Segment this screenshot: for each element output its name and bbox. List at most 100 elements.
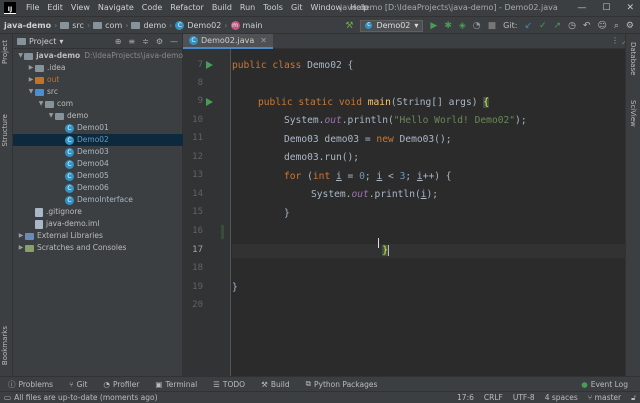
breadcrumb-demo[interactable]: demo: [143, 21, 166, 30]
code-editor[interactable]: public class Demo02 { public static void…: [232, 49, 625, 376]
maximize-icon[interactable]: ☐: [602, 0, 610, 16]
profiler-tool-button[interactable]: ◔ Profiler: [95, 380, 147, 389]
tab-demo02-java[interactable]: C Demo02.java ✕: [183, 34, 273, 49]
gear-icon[interactable]: ⚙: [626, 20, 634, 32]
terminal-tool-button[interactable]: ▣ Terminal: [147, 380, 205, 389]
main-toolbar: ⚒ C Demo02 ▾ ▶ ✱ ◈ ◔ ■ Git: ↙ ✓ ↗ ◷ ↶ ☺ …: [345, 17, 640, 34]
history-icon[interactable]: ◷: [568, 20, 576, 32]
run-configuration-select[interactable]: C Demo02 ▾: [360, 19, 424, 32]
tree-item[interactable]: ▼ com: [13, 98, 183, 110]
collapse-all-icon[interactable]: ≡: [128, 34, 135, 49]
sciview-tool-button[interactable]: SciView: [629, 100, 637, 127]
rollback-icon[interactable]: ↶: [583, 20, 591, 32]
tree-item[interactable]: ▼ src: [13, 86, 183, 98]
collapse-arrow-icon[interactable]: ▶: [17, 242, 25, 254]
class-icon: C: [65, 135, 74, 145]
stop-icon[interactable]: ■: [488, 20, 497, 32]
expand-arrow-icon[interactable]: ▼: [17, 50, 25, 62]
breadcrumb-class[interactable]: Demo02: [187, 21, 221, 30]
expand-arrow-icon[interactable]: ▼: [27, 86, 35, 98]
more-tabs-icon[interactable]: ⋮: [611, 36, 619, 45]
expand-arrow-icon[interactable]: ▼: [37, 98, 45, 110]
bookmarks-tool-button[interactable]: Bookmarks: [1, 326, 9, 365]
breadcrumb-project[interactable]: java-demo: [4, 21, 51, 30]
tree-item[interactable]: java-demo.iml: [13, 218, 183, 230]
vcs-change-marker[interactable]: [221, 225, 224, 239]
menu-refactor[interactable]: Refactor: [166, 0, 208, 16]
hide-icon[interactable]: —: [170, 34, 178, 49]
status-message[interactable]: All files are up-to-date (moments ago): [14, 393, 157, 402]
run-class-gutter-icon[interactable]: [206, 61, 213, 69]
tree-item[interactable]: ▶ .idea: [13, 62, 183, 74]
file-encoding[interactable]: UTF-8: [513, 392, 535, 403]
build-tool-button[interactable]: ⚒ Build: [253, 380, 298, 389]
tree-item[interactable]: ▶ out: [13, 74, 183, 86]
menu-file[interactable]: File: [22, 0, 43, 16]
tree-item[interactable]: .gitignore: [13, 206, 183, 218]
expand-all-icon[interactable]: ≑: [142, 34, 149, 49]
git-update-icon[interactable]: ↙: [524, 20, 532, 32]
collapse-arrow-icon[interactable]: ▶: [17, 230, 25, 242]
menu-code[interactable]: Code: [138, 0, 166, 16]
coverage-icon[interactable]: ◈: [459, 20, 466, 32]
tree-item[interactable]: ▶ Scratches and Consoles: [13, 242, 183, 254]
project-tool-button[interactable]: Project: [1, 40, 9, 64]
tree-item[interactable]: ▼ java-demo D:\IdeaProjects\java-demo: [13, 50, 183, 62]
git-tool-button[interactable]: ⑂ Git: [61, 380, 95, 389]
menu-build[interactable]: Build: [208, 0, 236, 16]
menu-tools[interactable]: Tools: [259, 0, 287, 16]
git-push-icon[interactable]: ↗: [554, 20, 562, 32]
expand-arrow-icon[interactable]: ▼: [47, 110, 55, 122]
editor-gutter[interactable]: 7 8 9 10 11 12 13 14 15 16 17 18 19 20: [183, 49, 231, 376]
search-icon[interactable]: ⌕: [614, 20, 619, 32]
todo-tool-button[interactable]: ☰ TODO: [205, 380, 253, 389]
structure-tool-button[interactable]: Structure: [1, 114, 9, 147]
breadcrumb-method[interactable]: main: [243, 21, 263, 30]
menu-navigate[interactable]: Navigate: [94, 0, 138, 16]
tree-item[interactable]: C Demo03: [13, 146, 183, 158]
minimize-icon[interactable]: —: [577, 0, 586, 16]
tree-item[interactable]: ▶ External Libraries: [13, 230, 183, 242]
collapse-arrow-icon[interactable]: ▶: [27, 74, 35, 86]
breadcrumb-src[interactable]: src: [72, 21, 84, 30]
layout-icon[interactable]: ▭: [0, 393, 14, 402]
run-icon[interactable]: ▶: [430, 20, 437, 32]
menu-edit[interactable]: Edit: [43, 0, 67, 16]
gear-icon[interactable]: ⚙: [156, 34, 163, 49]
tree-item[interactable]: C DemoInterface: [13, 194, 183, 206]
git-branch[interactable]: ⑂ master: [588, 392, 621, 403]
project-panel-title[interactable]: Project: [29, 37, 56, 46]
event-log-tool-button[interactable]: ● Event Log: [573, 380, 636, 389]
indent-setting[interactable]: 4 spaces: [545, 392, 578, 403]
line-number: 18: [192, 263, 203, 273]
chevron-down-icon[interactable]: ▾: [59, 37, 63, 46]
collapse-arrow-icon[interactable]: ▶: [27, 62, 35, 74]
git-commit-icon[interactable]: ✓: [539, 20, 547, 32]
database-tool-button[interactable]: Database: [629, 42, 637, 75]
tree-item[interactable]: C Demo05: [13, 170, 183, 182]
profile-icon[interactable]: ◔: [473, 20, 481, 32]
close-tab-icon[interactable]: ✕: [260, 36, 267, 45]
chevron-right-icon: ›: [125, 20, 129, 30]
tree-item[interactable]: C Demo06: [13, 182, 183, 194]
caret-position[interactable]: 17:6: [457, 392, 474, 403]
menu-git[interactable]: Git: [287, 0, 307, 16]
menu-view[interactable]: View: [67, 0, 94, 16]
lock-icon[interactable]: 🔓︎: [631, 392, 636, 403]
tree-item[interactable]: C Demo02: [13, 134, 183, 146]
user-icon[interactable]: ☺: [597, 20, 606, 32]
menu-run[interactable]: Run: [236, 0, 259, 16]
problems-tool-button[interactable]: ⓘ Problems: [0, 379, 61, 390]
tree-item-label: Demo01: [77, 123, 109, 132]
breadcrumb-com[interactable]: com: [105, 21, 122, 30]
tree-item[interactable]: C Demo01: [13, 122, 183, 134]
debug-icon[interactable]: ✱: [444, 20, 452, 32]
tree-item[interactable]: C Demo04: [13, 158, 183, 170]
tree-item[interactable]: ▼ demo: [13, 110, 183, 122]
run-main-gutter-icon[interactable]: [206, 98, 213, 106]
close-icon[interactable]: ✕: [626, 0, 634, 16]
line-separator[interactable]: CRLF: [484, 392, 503, 403]
locate-icon[interactable]: ⊕: [115, 34, 122, 49]
python-packages-tool-button[interactable]: ⧉ Python Packages: [298, 379, 386, 389]
hammer-icon[interactable]: ⚒: [345, 20, 353, 32]
